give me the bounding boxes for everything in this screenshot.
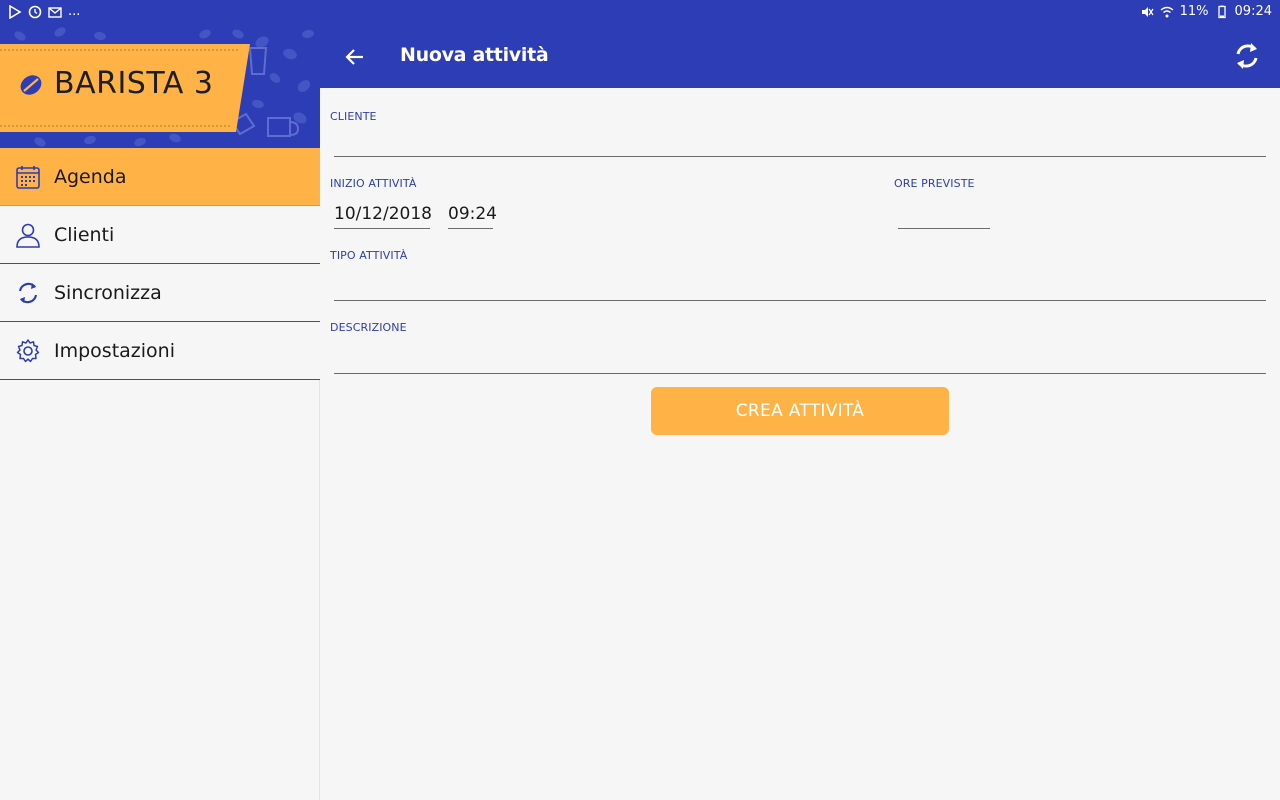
- cliente-underline: [334, 156, 1266, 157]
- nav-label-sincronizza: Sincronizza: [54, 281, 162, 304]
- nav-item-impostazioni[interactable]: Impostazioni: [0, 322, 320, 380]
- drawer-menu: Agenda Clienti Sincronizza Impostazioni: [0, 148, 320, 380]
- clock-icon: [28, 5, 42, 18]
- status-left: ...: [8, 4, 80, 19]
- page-title: Nuova attività: [400, 44, 549, 66]
- descrizione-label: DESCRIZIONE: [330, 321, 407, 334]
- navigation-drawer: BARISTA 3 Agenda Clienti Sincronizza Imp…: [0, 26, 320, 800]
- date-field[interactable]: 10/12/2018: [334, 204, 432, 224]
- gear-icon: [14, 337, 42, 365]
- nav-label-clienti: Clienti: [54, 223, 115, 246]
- descrizione-input[interactable]: [334, 342, 1266, 372]
- calendar-icon: [14, 163, 42, 191]
- status-bar: ... 11% 09:24: [0, 0, 1280, 26]
- battery-icon: [1217, 5, 1226, 18]
- back-arrow-icon[interactable]: [342, 44, 368, 70]
- mute-icon: [1141, 6, 1154, 17]
- brand-title: BARISTA 3: [54, 66, 214, 101]
- nav-label-impostazioni: Impostazioni: [54, 339, 175, 362]
- time-field[interactable]: 09:24: [448, 204, 497, 224]
- nav-item-agenda[interactable]: Agenda: [0, 148, 320, 206]
- status-right: 11% 09:24: [1140, 4, 1272, 19]
- play-store-icon: [9, 4, 22, 19]
- tipo-attivita-underline: [334, 300, 1266, 301]
- battery-percent: 11%: [1179, 4, 1209, 19]
- descrizione-underline: [334, 373, 1266, 374]
- crea-attivita-button[interactable]: CREA ATTIVITÀ: [651, 387, 949, 435]
- status-time: 09:24: [1234, 4, 1272, 19]
- nav-item-clienti[interactable]: Clienti: [0, 206, 320, 264]
- nav-item-sincronizza[interactable]: Sincronizza: [0, 264, 320, 322]
- date-underline: [334, 228, 430, 229]
- user-icon: [14, 221, 42, 249]
- cliente-label: CLIENTE: [330, 110, 377, 123]
- tipo-attivita-select[interactable]: [334, 270, 1266, 300]
- cliente-input[interactable]: [334, 128, 1266, 156]
- time-underline: [448, 228, 493, 229]
- wifi-icon: [1160, 6, 1174, 17]
- status-more-dots: ...: [68, 4, 81, 19]
- ore-previste-underline: [898, 228, 990, 229]
- nav-label-agenda: Agenda: [54, 165, 127, 188]
- tipo-attivita-label: TIPO ATTIVITÀ: [330, 249, 408, 262]
- inizio-attivita-label: INIZIO ATTIVITÀ: [330, 177, 417, 190]
- drawer-header: BARISTA 3: [0, 26, 320, 148]
- coffee-bean-logo-icon: [20, 75, 42, 95]
- ore-previste-input[interactable]: [898, 200, 990, 228]
- sync-icon: [14, 279, 42, 307]
- mail-icon: [48, 6, 62, 18]
- sync-button-icon[interactable]: [1232, 40, 1262, 72]
- ore-previste-label: ORE PREVISTE: [894, 177, 975, 190]
- app-bar: Nuova attività: [320, 26, 1280, 88]
- new-activity-form: CLIENTE INIZIO ATTIVITÀ 10/12/2018 09:24…: [320, 88, 1280, 800]
